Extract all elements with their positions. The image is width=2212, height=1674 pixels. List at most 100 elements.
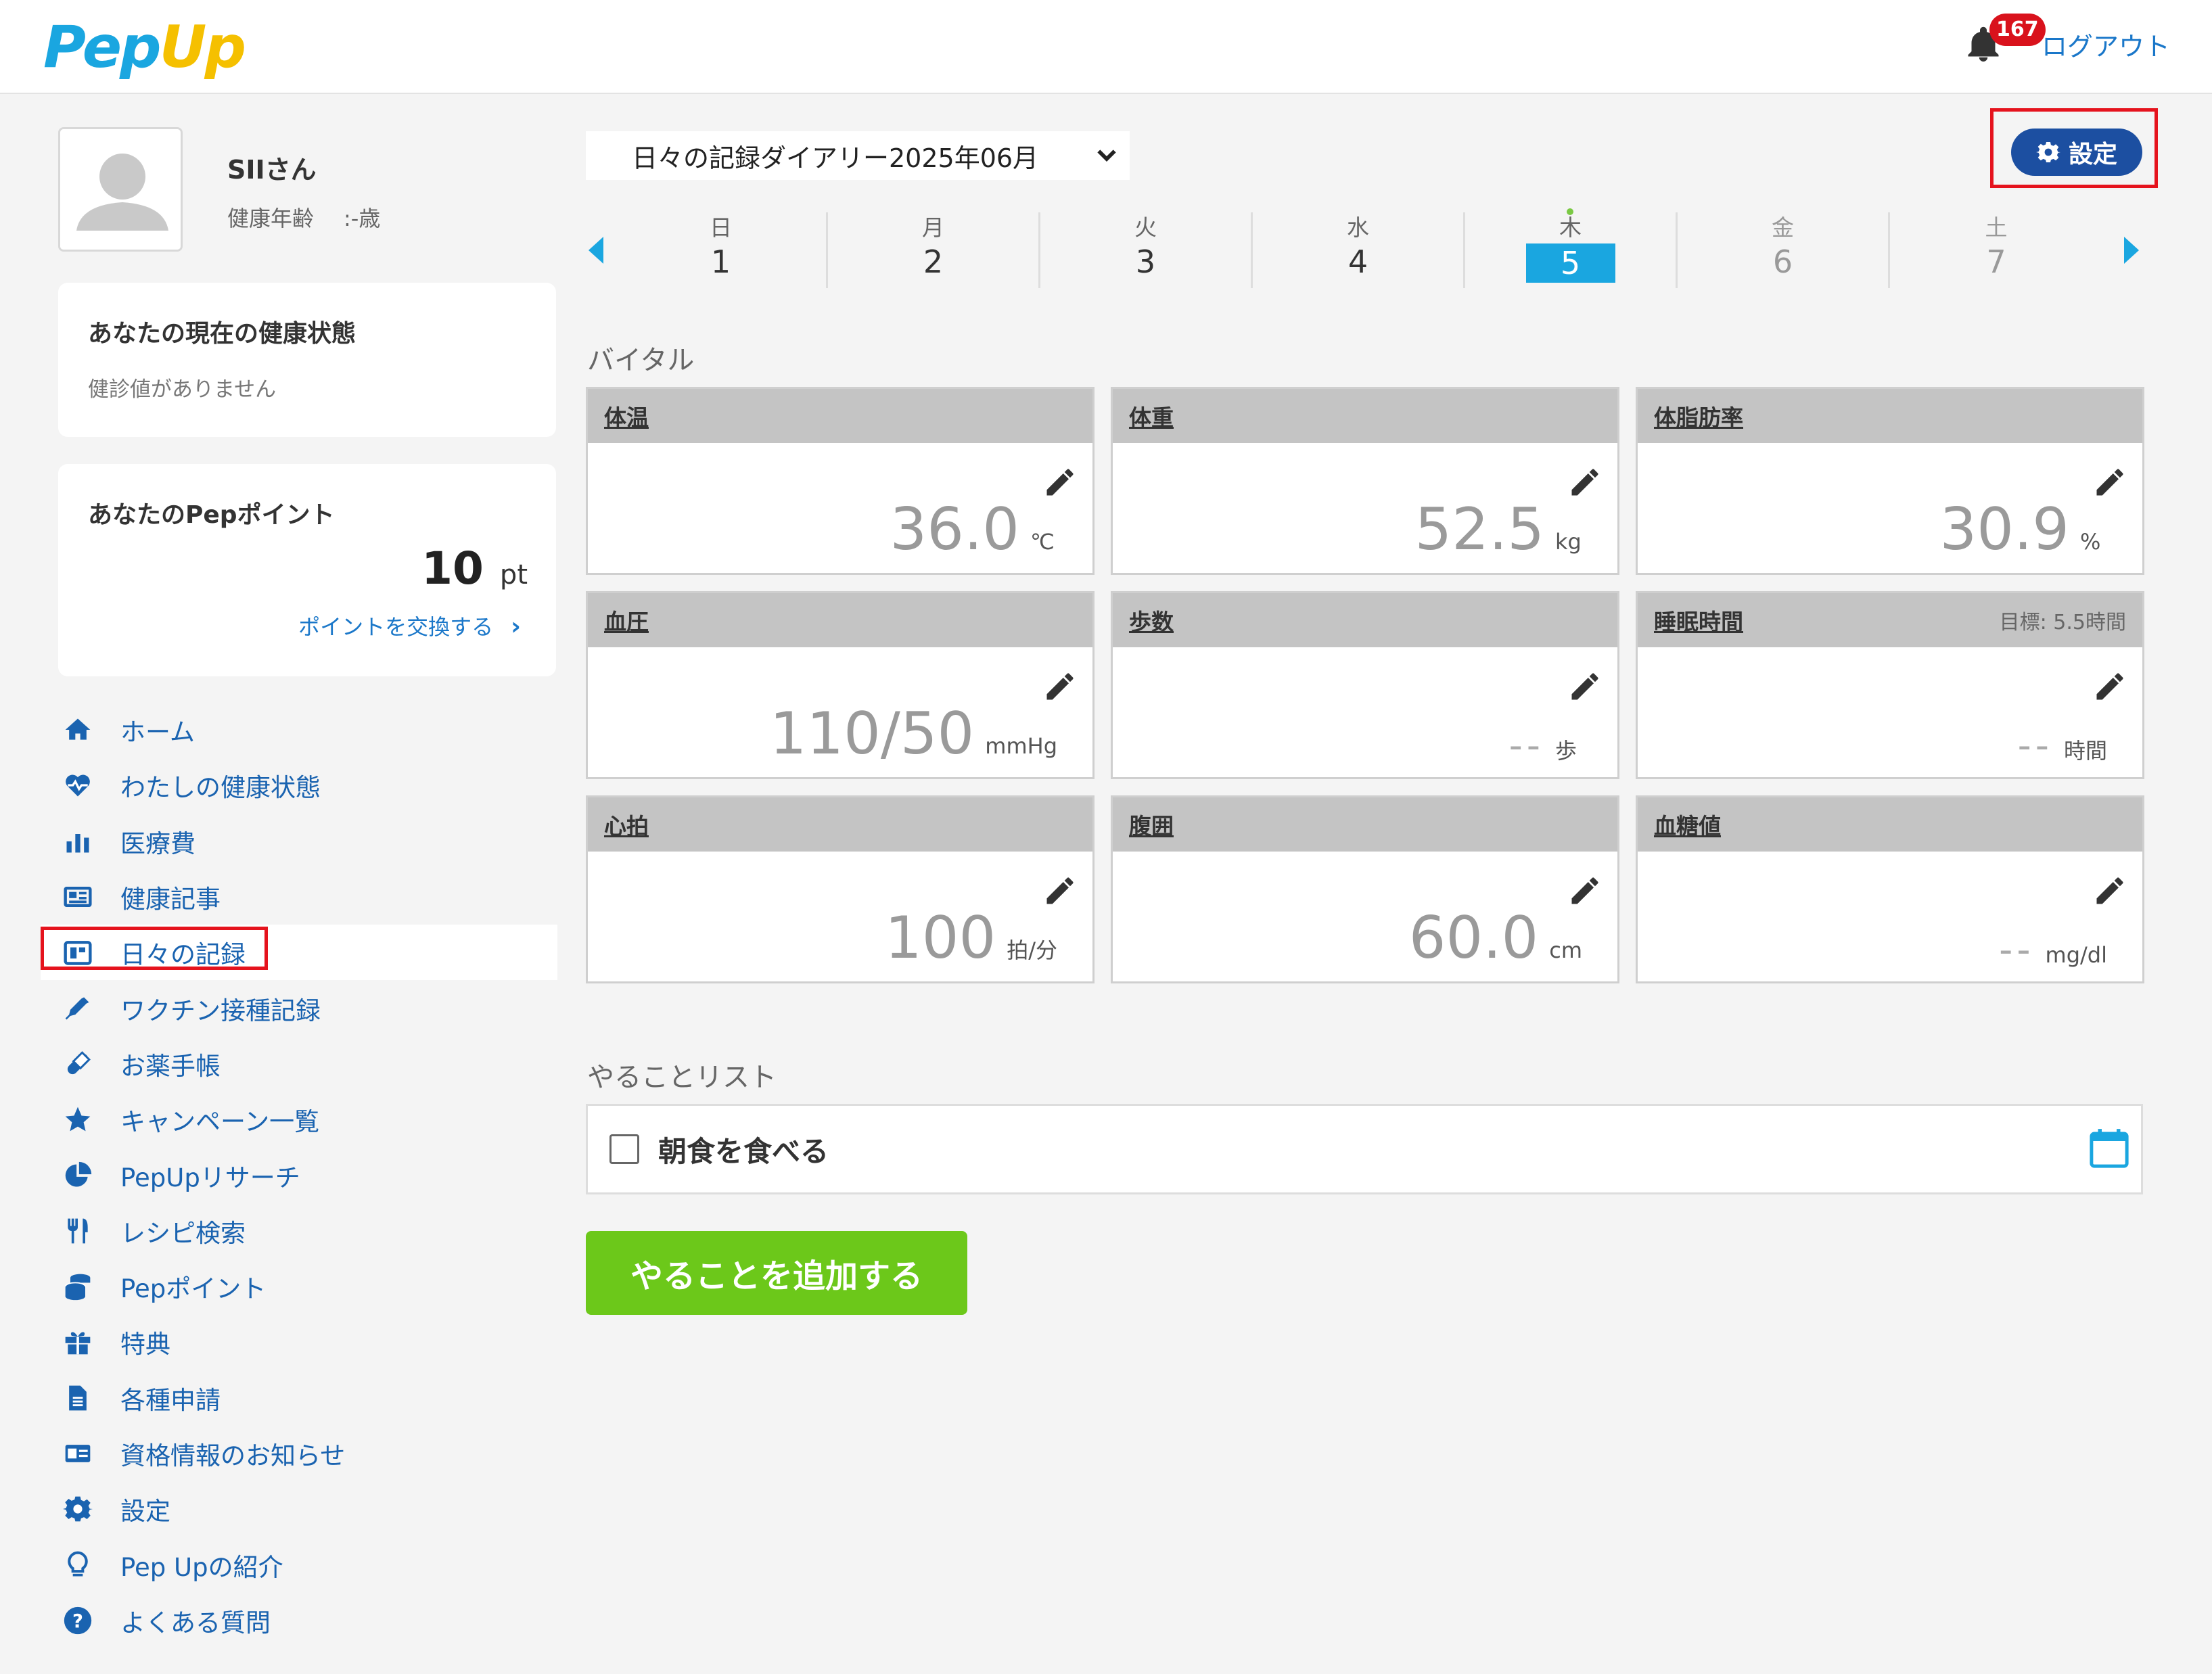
sidebar-item-faq[interactable]: ? よくある質問 <box>41 1593 557 1648</box>
star-icon <box>61 1102 95 1136</box>
day-name: 火 <box>1134 214 1157 241</box>
sidebar-item-medication[interactable]: お薬手帳 <box>41 1036 557 1092</box>
vital-card-waist[interactable]: 腹囲 60.0 cm <box>1111 795 1619 983</box>
sidebar-item-qualification-info[interactable]: 資格情報のお知らせ <box>41 1426 557 1481</box>
sidebar-item-recipe-search[interactable]: レシピ検索 <box>41 1203 557 1259</box>
sidebar-item-pepup-intro[interactable]: Pep Upの紹介 <box>41 1537 557 1592</box>
vital-card-blood-glucose[interactable]: 血糖値 -- mg/dl <box>1636 795 2144 983</box>
day-sunday[interactable]: 日1 <box>616 212 828 288</box>
vital-card-weight[interactable]: 体重 52.5 kg <box>1111 387 1619 575</box>
diary-month-select[interactable]: 日々の記録ダイアリー2025年06月 <box>586 131 1130 180</box>
day-wednesday[interactable]: 水4 <box>1253 212 1465 288</box>
vital-unit: kg <box>1555 529 1582 555</box>
sidebar-item-medical-costs[interactable]: 医療費 <box>41 814 557 869</box>
todo-section-title: やることリスト <box>587 1062 777 1093</box>
sidebar-item-campaigns[interactable]: キャンペーン一覧 <box>41 1092 557 1147</box>
vital-name[interactable]: 歩数 <box>1129 604 1174 636</box>
sidebar-item-health-status[interactable]: わたしの健康状態 <box>41 758 557 813</box>
sidebar-item-label: 特典 <box>120 1330 170 1359</box>
day-date: 2 <box>923 243 944 280</box>
vital-card-sleep-time[interactable]: 睡眠時間 目標: 5.5時間 -- 時間 <box>1636 591 2144 779</box>
add-todo-button[interactable]: やることを追加する <box>586 1231 967 1315</box>
vital-value: -- <box>1999 928 2035 972</box>
sidebar-item-pepup-research[interactable]: PepUpリサーチ <box>41 1147 557 1203</box>
pepup-logo[interactable]: PepUp <box>43 14 246 81</box>
points-unit: pt <box>499 559 528 590</box>
todo-checkbox[interactable] <box>609 1134 639 1164</box>
sidebar-item-label: お薬手帳 <box>120 1051 221 1081</box>
pencil-icon[interactable] <box>2092 465 2127 500</box>
sidebar-item-label: レシピ検索 <box>120 1218 246 1248</box>
logo-pep-text: Pep <box>43 14 162 81</box>
pencil-icon[interactable] <box>1042 669 1078 704</box>
exchange-points-label: ポイントを交換する <box>298 614 494 640</box>
sidebar-item-health-articles[interactable]: 健康記事 <box>41 869 557 925</box>
calendar-icon[interactable] <box>2087 1125 2132 1172</box>
sidebar-item-label: PepUpリサーチ <box>120 1163 300 1192</box>
bar-chart-icon <box>61 824 95 858</box>
day-friday[interactable]: 金6 <box>1678 212 1890 288</box>
day-thursday-selected[interactable]: 木5 <box>1465 208 1678 288</box>
points-title: あなたのPepポイント <box>88 501 335 529</box>
health-age-value: :-歳 <box>344 206 381 231</box>
sidebar-item-label: Pepポイント <box>120 1274 267 1304</box>
vital-card-blood-pressure[interactable]: 血圧 110/50 mmHg <box>586 591 1095 779</box>
exchange-points-link[interactable]: ポイントを交換する › <box>298 610 521 641</box>
sidebar-item-label: 各種申請 <box>120 1385 221 1415</box>
question-icon: ? <box>61 1604 95 1637</box>
vital-name[interactable]: 睡眠時間 <box>1654 604 1743 636</box>
vital-name[interactable]: 血糖値 <box>1654 808 1721 841</box>
sidebar-item-label: ワクチン接種記録 <box>120 996 321 1025</box>
day-monday[interactable]: 月2 <box>828 212 1040 288</box>
day-name: 金 <box>1772 214 1794 241</box>
previous-week-arrow-icon[interactable] <box>589 237 603 264</box>
vital-value: -- <box>1508 724 1544 768</box>
utensils-icon <box>61 1214 95 1248</box>
vital-name[interactable]: 心拍 <box>604 808 649 841</box>
vital-card-steps[interactable]: 歩数 -- 歩 <box>1111 591 1619 779</box>
sidebar-item-applications[interactable]: 各種申請 <box>41 1370 557 1426</box>
vital-name[interactable]: 体温 <box>604 400 649 432</box>
pencil-icon[interactable] <box>1042 873 1078 908</box>
vital-unit: 拍/分 <box>1007 937 1057 963</box>
day-name: 木 <box>1559 214 1582 241</box>
pencil-icon[interactable] <box>2092 669 2127 704</box>
sidebar-item-benefits[interactable]: 特典 <box>41 1314 557 1370</box>
day-saturday[interactable]: 土7 <box>1890 212 2102 288</box>
health-status-title: あなたの現在の健康状態 <box>88 320 356 348</box>
health-status-card: あなたの現在の健康状態 健診値がありません <box>58 283 556 437</box>
todo-item-label: 朝食を食べる <box>658 1135 829 1168</box>
vital-unit: % <box>2080 529 2101 555</box>
pencil-icon[interactable] <box>1042 465 1078 500</box>
sidebar-item-label: ホーム <box>120 718 195 747</box>
logout-link[interactable]: ログアウト <box>2042 26 2170 63</box>
sidebar-item-vaccination[interactable]: ワクチン接種記録 <box>41 980 557 1036</box>
vital-value: 52.5 <box>1414 496 1544 563</box>
top-header: PepUp 167 ログアウト <box>0 0 2212 94</box>
day-date: 6 <box>1772 243 1793 280</box>
vital-card-body-temperature[interactable]: 体温 36.0 ℃ <box>586 387 1095 575</box>
vital-value: 110/50 <box>769 700 975 768</box>
vital-unit: mg/dl <box>2045 942 2107 968</box>
pencil-icon[interactable] <box>1567 669 1603 704</box>
day-tuesday[interactable]: 火3 <box>1040 212 1253 288</box>
id-card-icon <box>61 1437 95 1470</box>
vital-card-heart-rate[interactable]: 心拍 100 拍/分 <box>586 795 1095 983</box>
day-name: 日 <box>710 214 732 241</box>
vital-name[interactable]: 腹囲 <box>1129 808 1174 841</box>
vital-name[interactable]: 体重 <box>1129 400 1174 432</box>
next-week-arrow-icon[interactable] <box>2124 237 2139 264</box>
pencil-icon[interactable] <box>1567 465 1603 500</box>
sidebar-item-pep-points[interactable]: Pepポイント <box>41 1259 557 1314</box>
pencil-icon[interactable] <box>1567 873 1603 908</box>
vital-card-body-fat[interactable]: 体脂肪率 30.9% <box>1636 387 2144 575</box>
sidebar-item-home[interactable]: ホーム <box>41 702 557 758</box>
vital-name[interactable]: 血圧 <box>604 604 649 636</box>
avatar <box>58 127 183 252</box>
sidebar-item-label: よくある質問 <box>120 1608 271 1637</box>
newspaper-icon <box>61 880 95 914</box>
pencil-icon[interactable] <box>2092 873 2127 908</box>
vital-name[interactable]: 体脂肪率 <box>1654 400 1743 432</box>
sidebar-item-settings[interactable]: 設定 <box>41 1481 557 1537</box>
settings-button[interactable]: 設定 <box>2011 129 2142 176</box>
